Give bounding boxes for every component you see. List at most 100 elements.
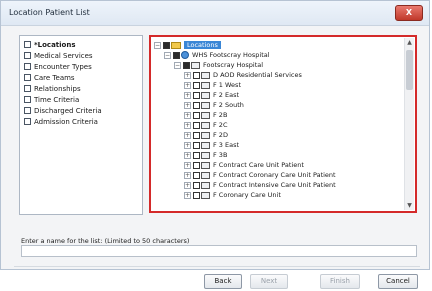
list-name-input[interactable] <box>21 245 417 257</box>
location-tree: − Locations − WHS Footscray Hospital − F… <box>149 35 417 213</box>
checkbox[interactable] <box>24 96 31 103</box>
tree-node-unit[interactable]: + F 1 West <box>184 80 241 90</box>
expand-icon[interactable]: + <box>184 131 191 139</box>
cancel-button[interactable]: Cancel <box>378 274 418 289</box>
checkbox[interactable] <box>193 131 200 139</box>
tree-node-hospital[interactable]: − WHS Footscray Hospital <box>164 50 270 60</box>
checkbox[interactable] <box>193 171 200 179</box>
tree-node-label: F 2C <box>213 121 228 129</box>
unit-icon <box>201 171 210 179</box>
hospital-icon <box>181 51 189 59</box>
expand-icon[interactable]: + <box>184 171 191 179</box>
tree-node-unit[interactable]: + F 3 East <box>184 140 239 150</box>
tree-node-label: F 2 South <box>213 101 244 109</box>
expand-icon[interactable]: + <box>184 141 191 149</box>
checkbox[interactable] <box>24 52 31 59</box>
collapse-icon[interactable]: − <box>164 51 171 59</box>
criteria-list: *Locations Medical Services Encounter Ty… <box>19 35 143 215</box>
expand-icon[interactable]: + <box>184 81 191 89</box>
checkbox[interactable] <box>24 85 31 92</box>
criteria-label: Care Teams <box>34 73 75 82</box>
tree-node-label: D AOD Residential Services <box>213 71 302 79</box>
criteria-item-medical-services[interactable]: Medical Services <box>24 50 93 61</box>
checkbox[interactable] <box>193 81 200 89</box>
checkbox[interactable] <box>24 118 31 125</box>
unit-icon <box>201 181 210 189</box>
scroll-thumb[interactable] <box>406 50 413 90</box>
criteria-label: Discharged Criteria <box>34 106 102 115</box>
tree-scrollbar[interactable]: ▲ ▼ <box>404 38 414 210</box>
criteria-item-relationships[interactable]: Relationships <box>24 83 81 94</box>
next-button[interactable]: Next <box>250 274 288 289</box>
checkbox[interactable] <box>173 51 180 59</box>
tree-node-label: Footscray Hospital <box>203 61 264 69</box>
location-patient-list-dialog: Location Patient List X *Locations Medic… <box>0 0 430 270</box>
checkbox[interactable] <box>193 191 200 199</box>
expand-icon[interactable]: + <box>184 191 191 199</box>
tree-node-unit[interactable]: + F 2 East <box>184 90 239 100</box>
folder-icon <box>171 41 181 49</box>
criteria-item-discharged-criteria[interactable]: Discharged Criteria <box>24 105 102 116</box>
checkbox[interactable] <box>193 121 200 129</box>
criteria-label: Admission Criteria <box>34 117 98 126</box>
expand-icon[interactable]: + <box>184 181 191 189</box>
criteria-item-time-criteria[interactable]: Time Criteria <box>24 94 79 105</box>
expand-icon[interactable]: + <box>184 121 191 129</box>
tree-node-label: F 1 West <box>213 81 241 89</box>
finish-button[interactable]: Finish <box>320 274 360 289</box>
tree-node-label: F 2 East <box>213 91 240 99</box>
tree-node-unit[interactable]: + F 2D <box>184 130 228 140</box>
expand-icon[interactable]: + <box>184 161 191 169</box>
checkbox[interactable] <box>24 63 31 70</box>
tree-node-locations[interactable]: − Locations <box>154 40 221 50</box>
scroll-down-icon[interactable]: ▼ <box>406 201 413 210</box>
checkbox[interactable] <box>183 61 190 69</box>
tree-node-unit[interactable]: + F Contract Coronary Care Unit Patient <box>184 170 336 180</box>
collapse-icon[interactable]: − <box>174 61 181 69</box>
tree-node-unit[interactable]: + F 2C <box>184 120 227 130</box>
criteria-item-care-teams[interactable]: Care Teams <box>24 72 75 83</box>
checkbox[interactable] <box>193 71 200 79</box>
checkbox[interactable] <box>193 151 200 159</box>
tree-node-label: F 3 East <box>213 141 240 149</box>
tree-node-label: F 2D <box>213 131 228 139</box>
tree-node-unit[interactable]: + F Contract Intensive Care Unit Patient <box>184 180 336 190</box>
criteria-item-admission-criteria[interactable]: Admission Criteria <box>24 116 98 127</box>
close-button[interactable]: X <box>395 5 423 21</box>
tree-node-unit[interactable]: + F 2 South <box>184 100 244 110</box>
tree-node-unit[interactable]: + F Contract Care Unit Patient <box>184 160 304 170</box>
back-button[interactable]: Back <box>204 274 242 289</box>
unit-icon <box>201 81 210 89</box>
checkbox[interactable] <box>193 161 200 169</box>
checkbox[interactable] <box>24 41 31 48</box>
tree-node-unit[interactable]: + F Coronary Care Unit <box>184 190 281 200</box>
checkbox[interactable] <box>24 107 31 114</box>
checkbox[interactable] <box>193 101 200 109</box>
unit-icon <box>201 161 210 169</box>
criteria-item-encounter-types[interactable]: Encounter Types <box>24 61 92 72</box>
scroll-up-icon[interactable]: ▲ <box>406 38 413 47</box>
criteria-label: Encounter Types <box>34 62 92 71</box>
title-bar: Location Patient List X <box>1 1 429 26</box>
collapse-icon[interactable]: − <box>154 41 161 49</box>
expand-icon[interactable]: + <box>184 111 191 119</box>
checkbox[interactable] <box>193 181 200 189</box>
tree-node-unit[interactable]: + D AOD Residential Services <box>184 70 302 80</box>
tree-node-unit[interactable]: + F 2B <box>184 110 227 120</box>
checkbox[interactable] <box>163 41 170 49</box>
tree-node-facility[interactable]: − Footscray Hospital <box>174 60 263 70</box>
expand-icon[interactable]: + <box>184 101 191 109</box>
checkbox[interactable] <box>193 91 200 99</box>
tree-node-label: F Contract Coronary Care Unit Patient <box>213 171 336 179</box>
criteria-item-locations[interactable]: *Locations <box>24 39 76 50</box>
checkbox[interactable] <box>193 111 200 119</box>
expand-icon[interactable]: + <box>184 71 191 79</box>
tree-node-unit[interactable]: + F 3B <box>184 150 227 160</box>
checkbox[interactable] <box>193 141 200 149</box>
criteria-label: Time Criteria <box>34 95 80 104</box>
expand-icon[interactable]: + <box>184 151 191 159</box>
unit-icon <box>201 71 210 79</box>
checkbox[interactable] <box>24 74 31 81</box>
tree-node-label: F Contract Intensive Care Unit Patient <box>213 181 336 189</box>
expand-icon[interactable]: + <box>184 91 191 99</box>
